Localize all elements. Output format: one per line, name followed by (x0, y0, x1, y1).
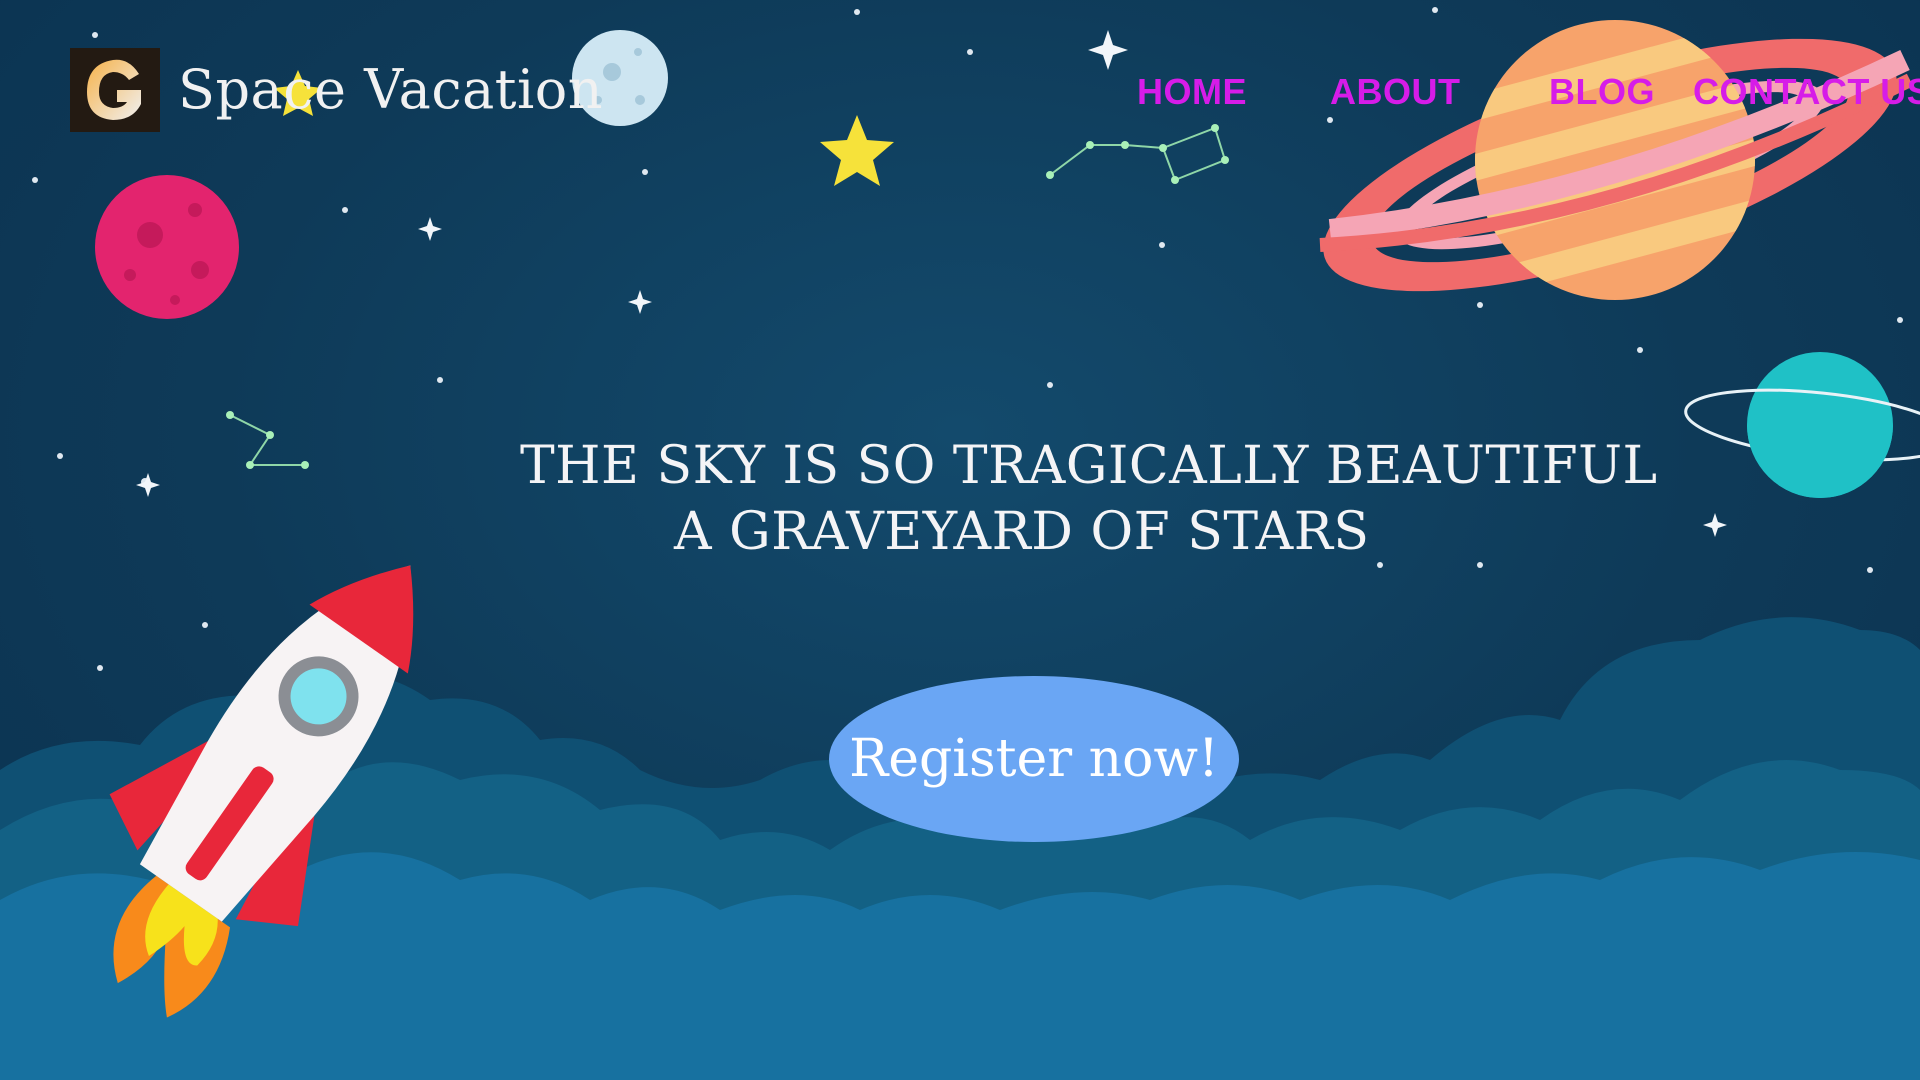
main-nav: HOME ABOUT BLOG CONTACT US (0, 70, 1920, 114)
nav-contact-link[interactable]: CONTACT US (1693, 70, 1920, 114)
nav-about-link[interactable]: ABOUT (1330, 70, 1461, 114)
register-button[interactable]: Register now! (829, 676, 1239, 842)
pink-planet (95, 175, 239, 319)
cyan-planet (1684, 352, 1920, 498)
hero-headline-line2: A GRAVEYARD OF STARS (674, 502, 1370, 562)
landing-page: Space Vacation HOME ABOUT BLOG CONTACT U… (0, 0, 1920, 1080)
hero-headline-line1: THE SKY IS SO TRAGICALLY BEAUTIFUL (520, 436, 1658, 496)
nav-home-link[interactable]: HOME (1137, 70, 1247, 114)
nav-blog-link[interactable]: BLOG (1549, 70, 1655, 114)
site-header: Space Vacation HOME ABOUT BLOG CONTACT U… (0, 0, 1920, 180)
